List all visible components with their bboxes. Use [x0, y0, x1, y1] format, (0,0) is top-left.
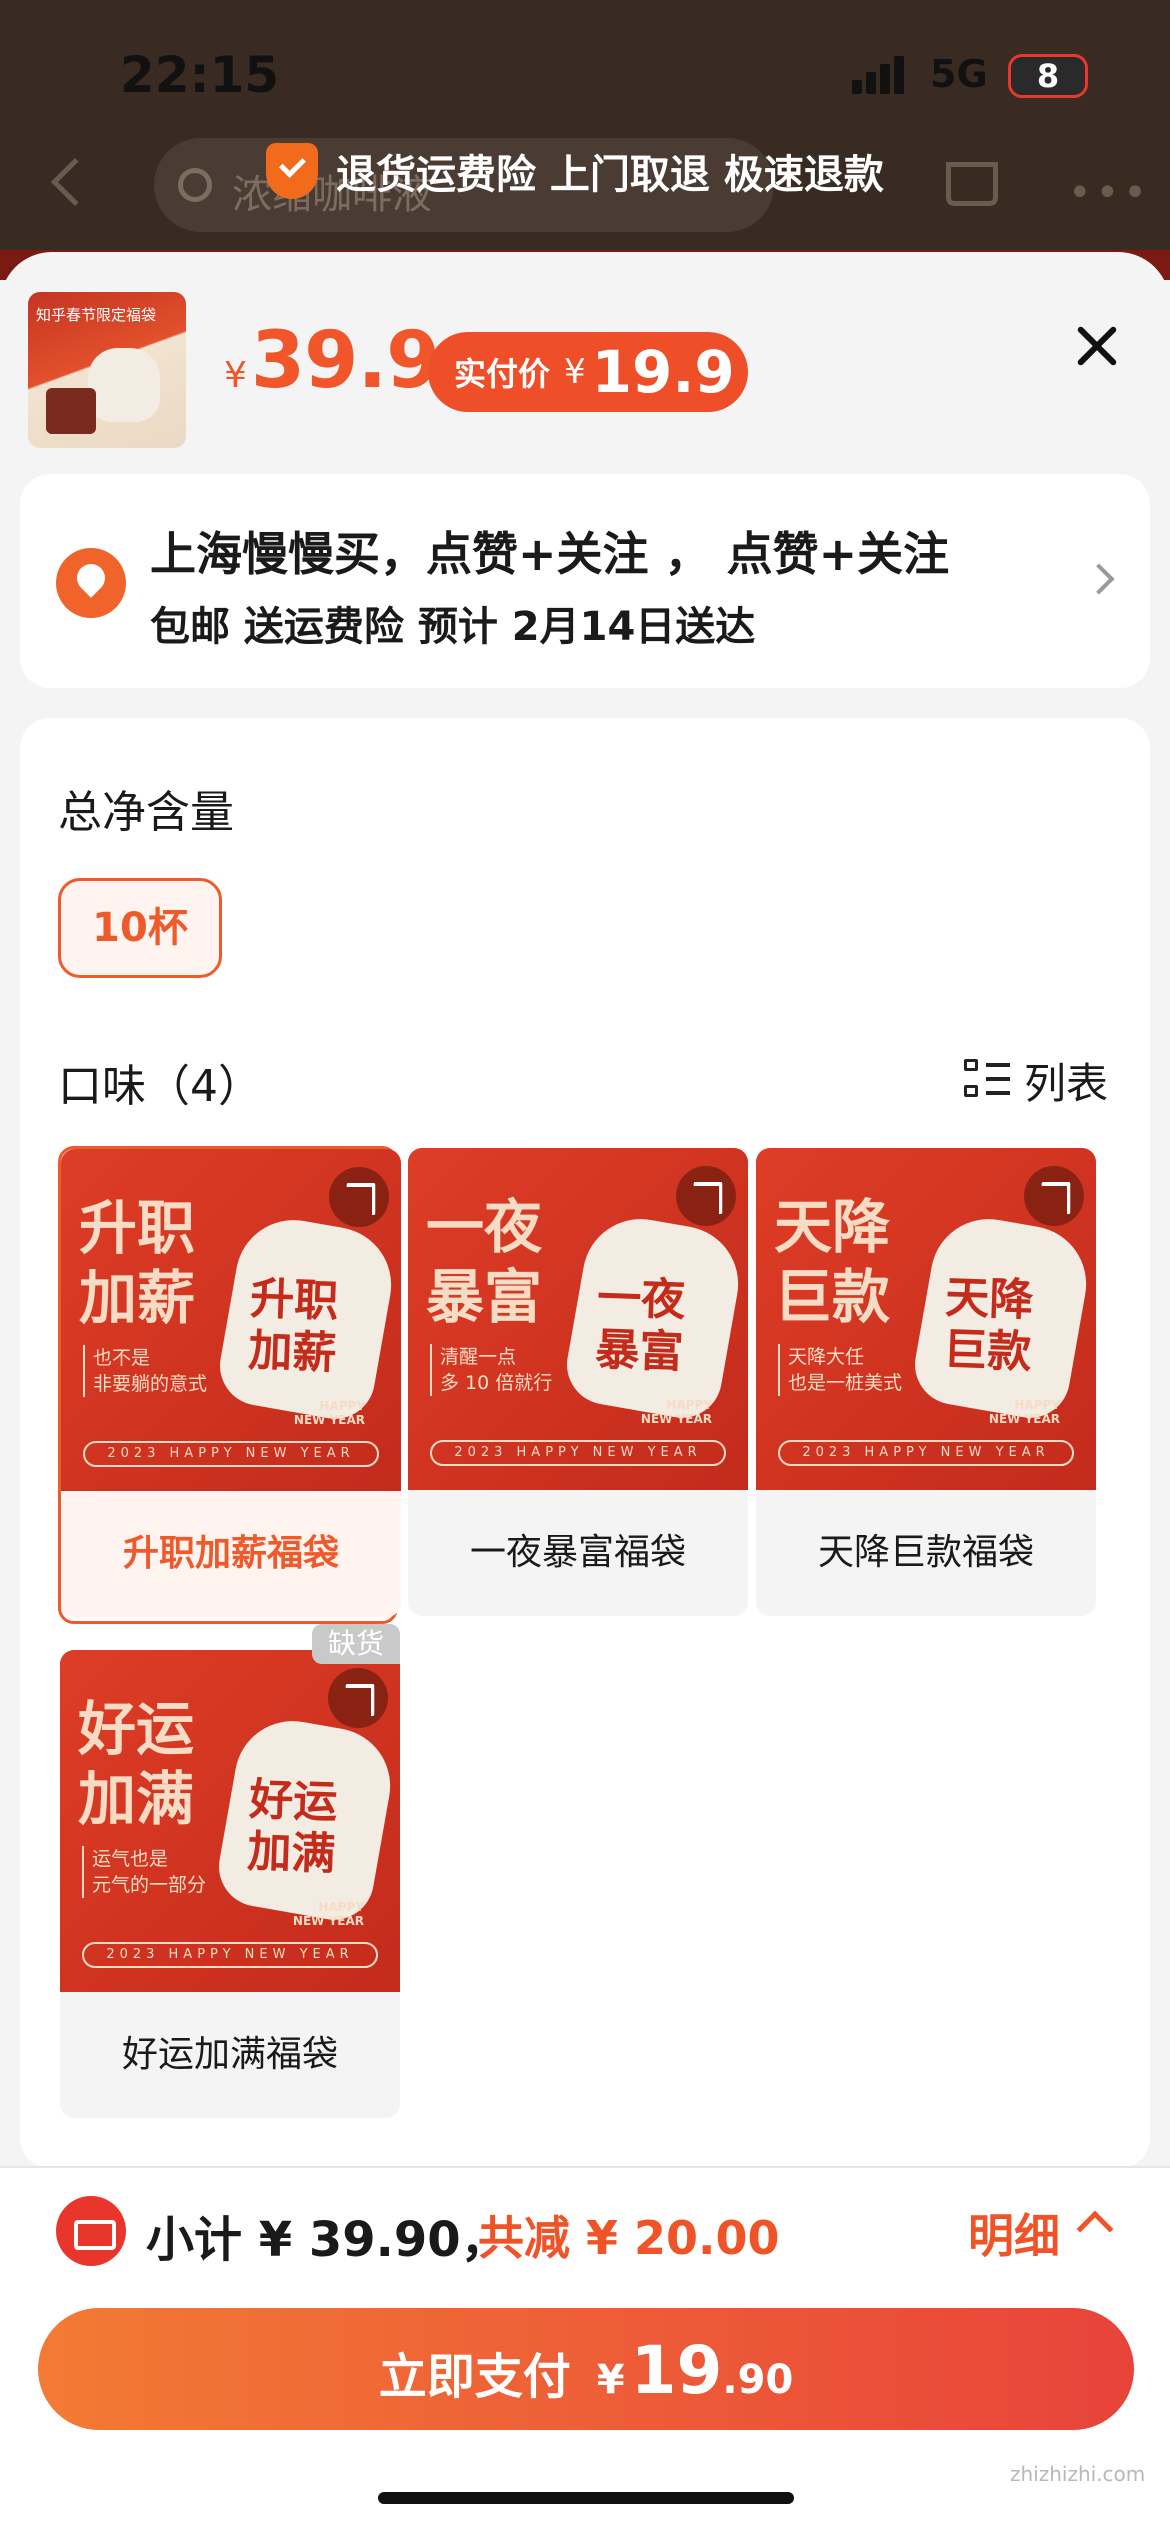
- subtotal: 小计 ¥ 39.90，: [146, 2212, 509, 2268]
- bag-text: 好运 加满: [246, 1774, 339, 1881]
- list-view-toggle[interactable]: 列表: [964, 1050, 1108, 1111]
- happy-new-year-text: HAPPY NEW YEAR: [292, 1900, 364, 1928]
- signal-icon: [852, 54, 916, 94]
- flavor-title: 口味（4）: [58, 1061, 262, 1112]
- close-icon[interactable]: [1068, 318, 1124, 374]
- list-icon: [964, 1058, 1010, 1103]
- banner-text: 退货运费险 上门取退 极速退款: [336, 152, 884, 198]
- list-label: 列表: [1024, 1059, 1109, 1108]
- flavor-subtext: 也不是 非要躺的意式: [83, 1345, 207, 1397]
- flavor-image: 升职 加薪 升职 加薪 也不是 非要躺的意式 HAPPY NEW YEAR 20…: [61, 1149, 401, 1491]
- flavor-subtext: 天降大任 也是一桩美式: [778, 1344, 902, 1396]
- flavor-option[interactable]: 一夜 暴富 一夜 暴富 清醒一点 多 10 倍就行 HAPPY NEW YEAR…: [408, 1148, 748, 1626]
- bag-image: 天降 巨款: [908, 1209, 1096, 1425]
- cart-icon[interactable]: [946, 162, 998, 206]
- battery-icon: 8: [1008, 54, 1088, 98]
- status-time: 22:15: [120, 46, 280, 104]
- flavor-image: 一夜 暴富 一夜 暴富 清醒一点 多 10 倍就行 HAPPY NEW YEAR…: [408, 1148, 748, 1490]
- sold-out-badge: 缺货: [312, 1624, 400, 1664]
- delivery-info: 包邮 送运费险 预计 2月14日送达: [150, 604, 756, 650]
- bag-text: 天降 巨款: [942, 1272, 1035, 1379]
- flavor-slogan: 升职 加薪: [79, 1194, 196, 1332]
- flavor-slogan: 好运 加满: [78, 1695, 195, 1833]
- flavor-image: 好运 加满 好运 加满 运气也是 元气的一部分 HAPPY NEW YEAR 2…: [60, 1650, 400, 1992]
- year-banner: 2023 HAPPY NEW YEAR: [778, 1440, 1074, 1466]
- flavor-subtext: 清醒一点 多 10 倍就行: [430, 1344, 552, 1396]
- location-pin-icon: [56, 548, 126, 618]
- detail-button[interactable]: 明细: [968, 2200, 1060, 2266]
- thumb-label: 知乎春节限定福袋: [36, 306, 157, 324]
- expand-icon[interactable]: [328, 1668, 388, 1728]
- expand-icon[interactable]: [1024, 1166, 1084, 1226]
- flavor-option[interactable]: 好运 加满 好运 加满 运气也是 元气的一部分 HAPPY NEW YEAR 2…: [60, 1650, 400, 2128]
- actual-price-currency: ¥: [564, 352, 586, 392]
- flavor-slogan: 一夜 暴富: [426, 1193, 543, 1331]
- home-indicator[interactable]: [378, 2492, 794, 2504]
- volume-title: 总净含量: [58, 787, 234, 838]
- pay-now-button[interactable]: 立即支付 ¥ 19 .90: [38, 2308, 1134, 2430]
- actual-price-badge: 实付价 ¥ 19.9: [428, 332, 748, 412]
- expand-icon[interactable]: [676, 1166, 736, 1226]
- happy-new-year-text: HAPPY NEW YEAR: [640, 1398, 712, 1426]
- actual-price-label: 实付价: [454, 355, 551, 393]
- flavor-option[interactable]: 天降 巨款 天降 巨款 天降大任 也是一桩美式 HAPPY NEW YEAR 2…: [756, 1148, 1096, 1626]
- flavor-option[interactable]: 升职 加薪 升职 加薪 也不是 非要躺的意式 HAPPY NEW YEAR 20…: [58, 1146, 401, 1624]
- expand-icon[interactable]: [329, 1167, 389, 1227]
- address-line: 上海慢慢买，点赞+关注 ， 点赞+关注: [150, 527, 950, 581]
- bag-text: 一夜 暴富: [594, 1272, 687, 1379]
- discount-total: 共减 ¥ 20.00: [478, 2211, 780, 2265]
- pay-label: 立即支付: [378, 2349, 571, 2405]
- year-banner: 2023 HAPPY NEW YEAR: [430, 1440, 726, 1466]
- volume-option-10[interactable]: 10杯: [58, 878, 222, 978]
- bag-image: 一夜 暴富: [560, 1209, 748, 1425]
- happy-new-year-text: HAPPY NEW YEAR: [293, 1399, 365, 1427]
- price-value: 39.9: [250, 316, 440, 406]
- watermark: zhizhizhi.com: [1010, 2462, 1146, 2486]
- coupon-icon: [56, 2196, 126, 2266]
- flavor-label: 好运加满福袋: [60, 1992, 400, 2118]
- happy-new-year-text: HAPPY NEW YEAR: [988, 1398, 1060, 1426]
- pay-currency: ¥: [596, 2357, 625, 2403]
- bag-image: 升职 加薪: [213, 1210, 401, 1426]
- year-banner: 2023 HAPPY NEW YEAR: [83, 1441, 379, 1467]
- flavor-image: 天降 巨款 天降 巨款 天降大任 也是一桩美式 HAPPY NEW YEAR 2…: [756, 1148, 1096, 1490]
- flavor-label: 天降巨款福袋: [756, 1490, 1096, 1616]
- product-thumbnail[interactable]: 知乎春节限定福袋: [28, 292, 186, 448]
- network-label: 5G: [930, 52, 988, 96]
- bag-text: 升职 加薪: [247, 1273, 340, 1380]
- box-image: [46, 388, 96, 434]
- shield-icon: [266, 143, 318, 199]
- return-insurance-banner: 退货运费险 上门取退 极速退款: [266, 140, 884, 202]
- flavor-subtext: 运气也是 元气的一部分: [82, 1846, 206, 1898]
- pay-amount-decimal: .90: [722, 2357, 794, 2403]
- price: ¥ 39.9: [224, 316, 440, 406]
- battery-level: 8: [1036, 57, 1060, 95]
- year-banner: 2023 HAPPY NEW YEAR: [82, 1942, 378, 1968]
- bag-image: [88, 348, 160, 422]
- search-icon: [178, 168, 212, 202]
- more-icon[interactable]: •••: [1068, 173, 1151, 213]
- actual-price-value: 19.9: [591, 338, 735, 406]
- bag-image: 好运 加满: [212, 1711, 400, 1927]
- flavor-label: 一夜暴富福袋: [408, 1490, 748, 1616]
- price-currency: ¥: [224, 355, 247, 396]
- flavor-label: 升职加薪福袋: [61, 1491, 401, 1617]
- flavor-slogan: 天降 巨款: [774, 1193, 891, 1331]
- pay-amount-integer: 19: [630, 2332, 723, 2409]
